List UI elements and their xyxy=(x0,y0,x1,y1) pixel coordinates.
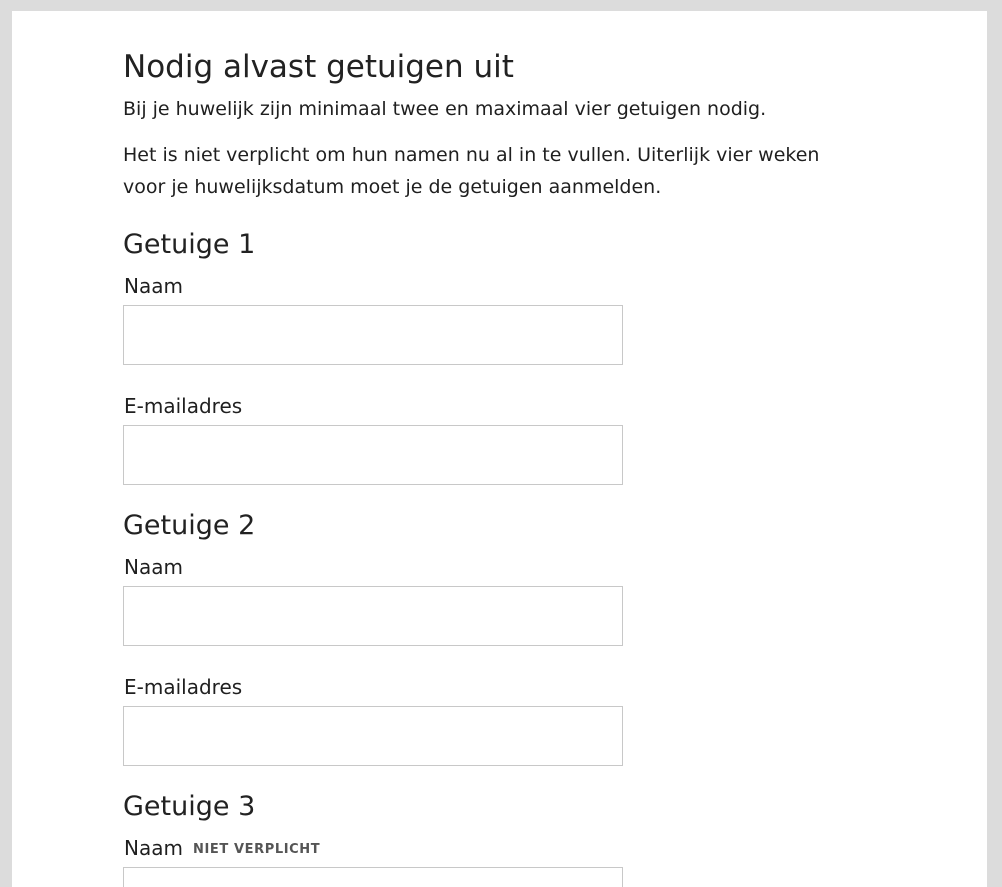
witness-3-name-label-text: Naam xyxy=(124,836,183,860)
witness-3-name-input[interactable] xyxy=(123,867,623,887)
witness-3-heading: Getuige 3 xyxy=(123,791,256,822)
form-panel: Nodig alvast getuigen uit Bij je huwelij… xyxy=(12,11,987,887)
intro-text-deadline: Het is niet verplicht om hun namen nu al… xyxy=(123,144,820,198)
page-title: Nodig alvast getuigen uit xyxy=(123,49,514,85)
witness-2-heading: Getuige 2 xyxy=(123,510,256,541)
witness-2-name-label: Naam xyxy=(124,555,183,579)
intro-text-witness-count: Bij je huwelijk zijn minimaal twee en ma… xyxy=(123,98,767,120)
witness-2-email-input[interactable] xyxy=(123,706,623,766)
witness-2-email-label: E-mailadres xyxy=(124,675,243,699)
witness-1-email-input[interactable] xyxy=(123,425,623,485)
witness-1-name-label: Naam xyxy=(124,274,183,298)
witness-1-heading: Getuige 1 xyxy=(123,229,256,260)
witness-1-name-input[interactable] xyxy=(123,305,623,365)
witness-1-email-label: E-mailadres xyxy=(124,394,243,418)
witness-3-name-label: Naam NIET VERPLICHT xyxy=(124,835,320,865)
witness-2-name-input[interactable] xyxy=(123,586,623,646)
optional-badge: NIET VERPLICHT xyxy=(192,842,321,857)
